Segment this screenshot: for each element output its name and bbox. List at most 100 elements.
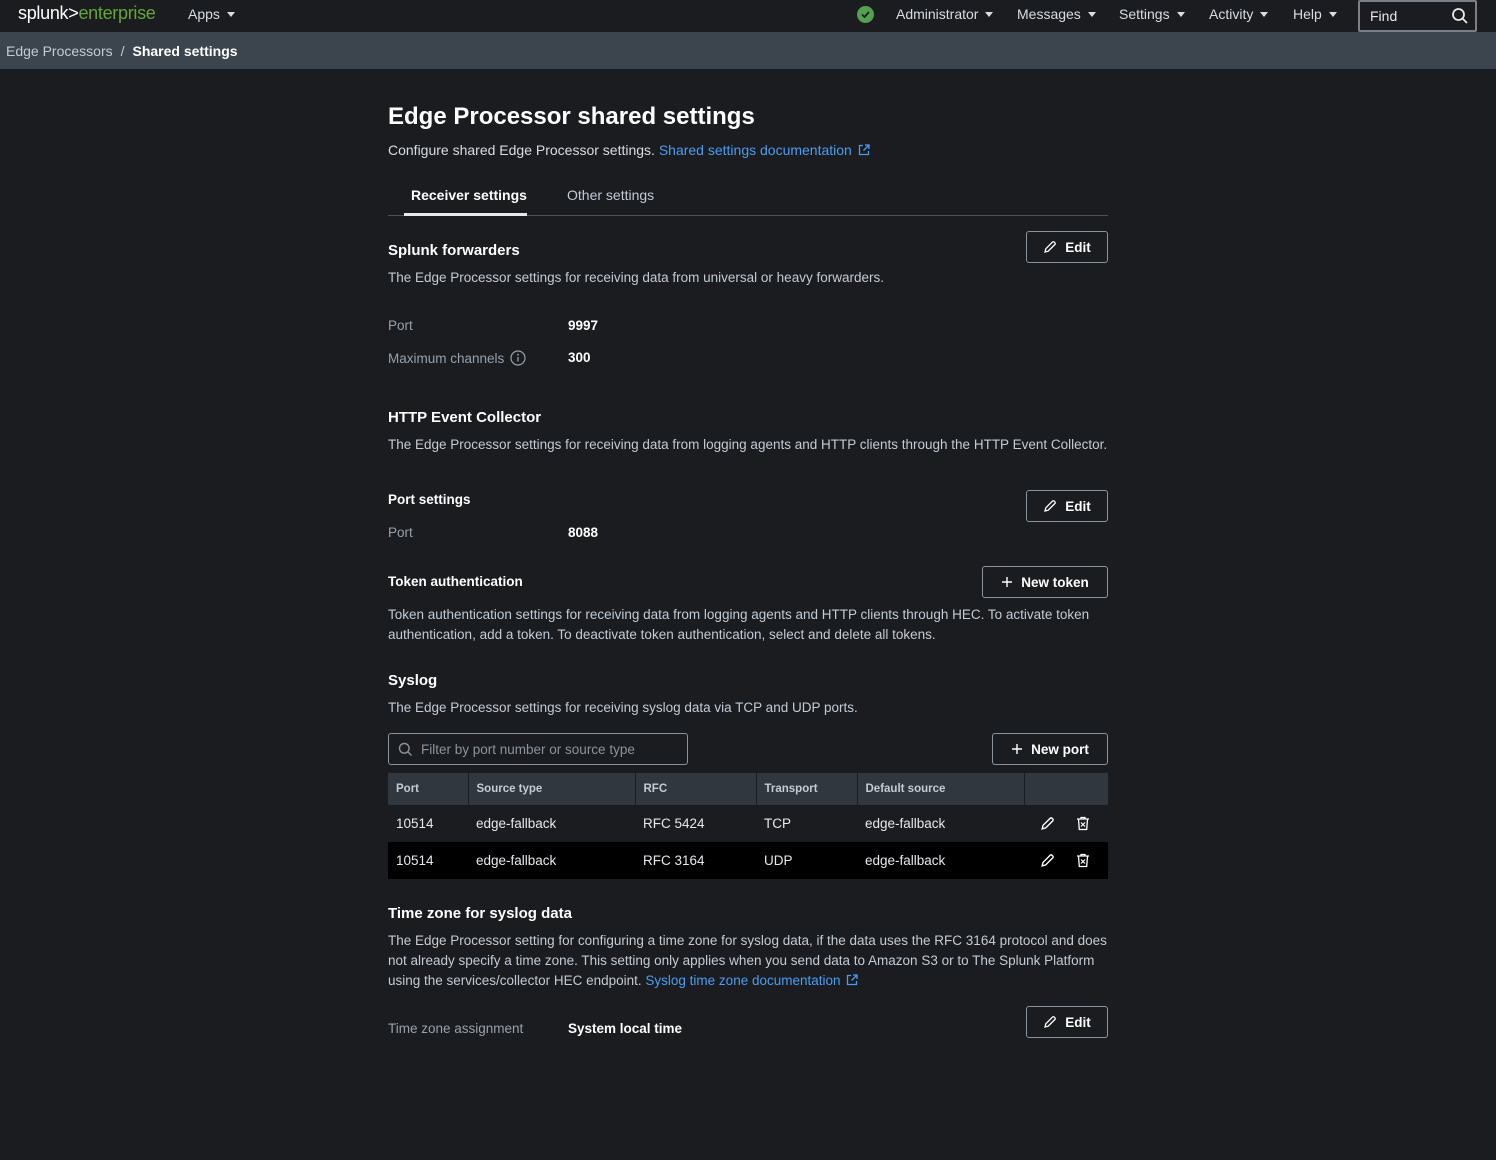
- port-label-text: Port: [388, 525, 413, 540]
- breadcrumb-separator: /: [120, 42, 125, 59]
- syslog-timezone-doc-link[interactable]: Syslog time zone documentation: [645, 973, 858, 988]
- external-link-icon: [858, 144, 870, 156]
- page-title: Edge Processor shared settings: [388, 103, 755, 130]
- logo-splunk-text: splunk>: [18, 3, 79, 23]
- chevron-down-icon: [1328, 11, 1337, 17]
- administrator-menu-label: Administrator: [896, 6, 979, 22]
- forwarders-port-label: Port: [388, 318, 413, 333]
- page-subtitle: Configure shared Edge Processor settings…: [388, 142, 870, 158]
- max-channels-value: 300: [568, 350, 591, 365]
- column-header-rfc[interactable]: RFC: [635, 773, 757, 805]
- cell-default-source: edge-fallback: [857, 842, 1024, 879]
- hec-title: HTTP Event Collector: [388, 409, 542, 426]
- timezone-assignment-label: Time zone assignment: [388, 1021, 523, 1036]
- max-channels-label-text: Maximum channels: [388, 350, 505, 366]
- trash-icon[interactable]: [1072, 850, 1094, 872]
- external-link-icon: [847, 974, 858, 986]
- shared-settings-doc-link[interactable]: Shared settings documentation: [659, 142, 870, 158]
- timezone-edit-button[interactable]: Edit: [1026, 1006, 1108, 1038]
- settings-menu[interactable]: Settings: [1119, 6, 1185, 22]
- cell-transport: TCP: [756, 805, 857, 842]
- chevron-down-icon: [1087, 11, 1096, 17]
- column-header-actions: [1024, 773, 1108, 805]
- new-token-label: New token: [1021, 574, 1089, 590]
- hec-description: The Edge Processor settings for receivin…: [388, 437, 1108, 452]
- syslog-filter-field[interactable]: [388, 733, 688, 765]
- help-menu[interactable]: Help: [1293, 6, 1337, 22]
- info-icon[interactable]: [510, 350, 526, 366]
- tab-other-settings[interactable]: Other settings: [567, 187, 654, 203]
- timezone-title: Time zone for syslog data: [388, 905, 572, 922]
- forwarders-title: Splunk forwarders: [388, 242, 520, 259]
- token-auth-title: Token authentication: [388, 574, 523, 589]
- pencil-icon: [1044, 1016, 1057, 1028]
- chevron-down-icon: [1260, 11, 1269, 17]
- forwarders-edit-button[interactable]: Edit: [1026, 231, 1108, 263]
- settings-menu-label: Settings: [1119, 6, 1170, 22]
- column-header-default-source[interactable]: Default source: [857, 773, 1025, 805]
- pencil-icon: [1044, 500, 1057, 512]
- search-icon[interactable]: [1451, 7, 1469, 28]
- administrator-menu[interactable]: Administrator: [896, 6, 994, 22]
- find-placeholder: Find: [1370, 8, 1398, 24]
- column-header-port[interactable]: Port: [388, 773, 469, 805]
- splunk-logo[interactable]: splunk>enterprise: [18, 3, 156, 24]
- messages-menu-label: Messages: [1017, 6, 1081, 22]
- table-header-row: Port Source type RFC Transport Default s…: [388, 773, 1108, 805]
- cell-rfc: RFC 3164: [635, 842, 756, 879]
- apps-menu[interactable]: Apps: [188, 6, 235, 22]
- settings-tabs: Receiver settings Other settings: [388, 174, 1108, 216]
- edit-label: Edit: [1065, 498, 1091, 514]
- hec-port-label: Port: [388, 525, 413, 540]
- doc-link-label: Shared settings documentation: [658, 142, 852, 158]
- breadcrumb: Edge Processors / Shared settings: [0, 32, 1496, 69]
- messages-menu[interactable]: Messages: [1017, 6, 1096, 22]
- activity-menu-label: Activity: [1209, 6, 1254, 22]
- syslog-filter-input[interactable]: [421, 741, 671, 757]
- cell-default-source: edge-fallback: [857, 805, 1024, 842]
- column-header-source-type[interactable]: Source type: [468, 773, 636, 805]
- token-auth-description: Token authentication settings for receiv…: [388, 607, 1090, 642]
- doc-link-label: Syslog time zone documentation: [645, 973, 841, 988]
- find-search-input[interactable]: Find: [1358, 0, 1477, 32]
- breadcrumb-edge-processors[interactable]: Edge Processors: [6, 43, 113, 59]
- hec-port-value: 8088: [568, 525, 599, 540]
- edit-label: Edit: [1065, 239, 1091, 255]
- plus-icon: [1012, 744, 1023, 754]
- health-status-icon[interactable]: [857, 6, 874, 23]
- breadcrumb-current: Shared settings: [132, 42, 238, 59]
- cell-port: 10514: [388, 842, 468, 879]
- subtitle-text: Configure shared Edge Processor settings…: [388, 142, 655, 158]
- cell-port: 10514: [388, 805, 468, 842]
- activity-menu[interactable]: Activity: [1209, 6, 1269, 22]
- forwarders-description: The Edge Processor settings for receivin…: [388, 270, 884, 285]
- cell-rfc: RFC 5424: [635, 805, 756, 842]
- max-channels-label: Maximum channels: [388, 350, 526, 366]
- column-header-transport[interactable]: Transport: [756, 773, 858, 805]
- syslog-description: The Edge Processor settings for receivin…: [388, 700, 858, 715]
- new-token-button[interactable]: New token: [982, 566, 1108, 598]
- chevron-down-icon: [1176, 11, 1185, 17]
- trash-icon[interactable]: [1072, 813, 1094, 835]
- port-settings-title: Port settings: [388, 492, 471, 507]
- timezone-label-text: Time zone assignment: [388, 1021, 524, 1036]
- tab-receiver-settings[interactable]: Receiver settings: [411, 187, 527, 203]
- cell-transport: UDP: [756, 842, 857, 879]
- pencil-icon[interactable]: [1036, 850, 1058, 872]
- port-label-text: Port: [388, 318, 413, 333]
- new-port-button[interactable]: New port: [992, 733, 1108, 765]
- top-nav: splunk>enterprise Apps Administrator Mes…: [0, 0, 1496, 32]
- hec-port-edit-button[interactable]: Edit: [1026, 490, 1108, 522]
- table-row: 10514 edge-fallback RFC 5424 TCP edge-fa…: [388, 805, 1108, 842]
- apps-menu-label: Apps: [188, 6, 220, 22]
- cell-actions: [1024, 805, 1108, 842]
- plus-icon: [1002, 577, 1013, 587]
- pencil-icon: [1044, 241, 1057, 253]
- pencil-icon[interactable]: [1036, 813, 1058, 835]
- timezone-description: The Edge Processor setting for configuri…: [388, 931, 1108, 991]
- cell-actions: [1024, 842, 1108, 879]
- syslog-title: Syslog: [388, 672, 438, 689]
- forwarders-port-value: 9997: [568, 318, 599, 333]
- timezone-assignment-value: System local time: [568, 1021, 683, 1036]
- table-row: 10514 edge-fallback RFC 3164 UDP edge-fa…: [388, 842, 1108, 879]
